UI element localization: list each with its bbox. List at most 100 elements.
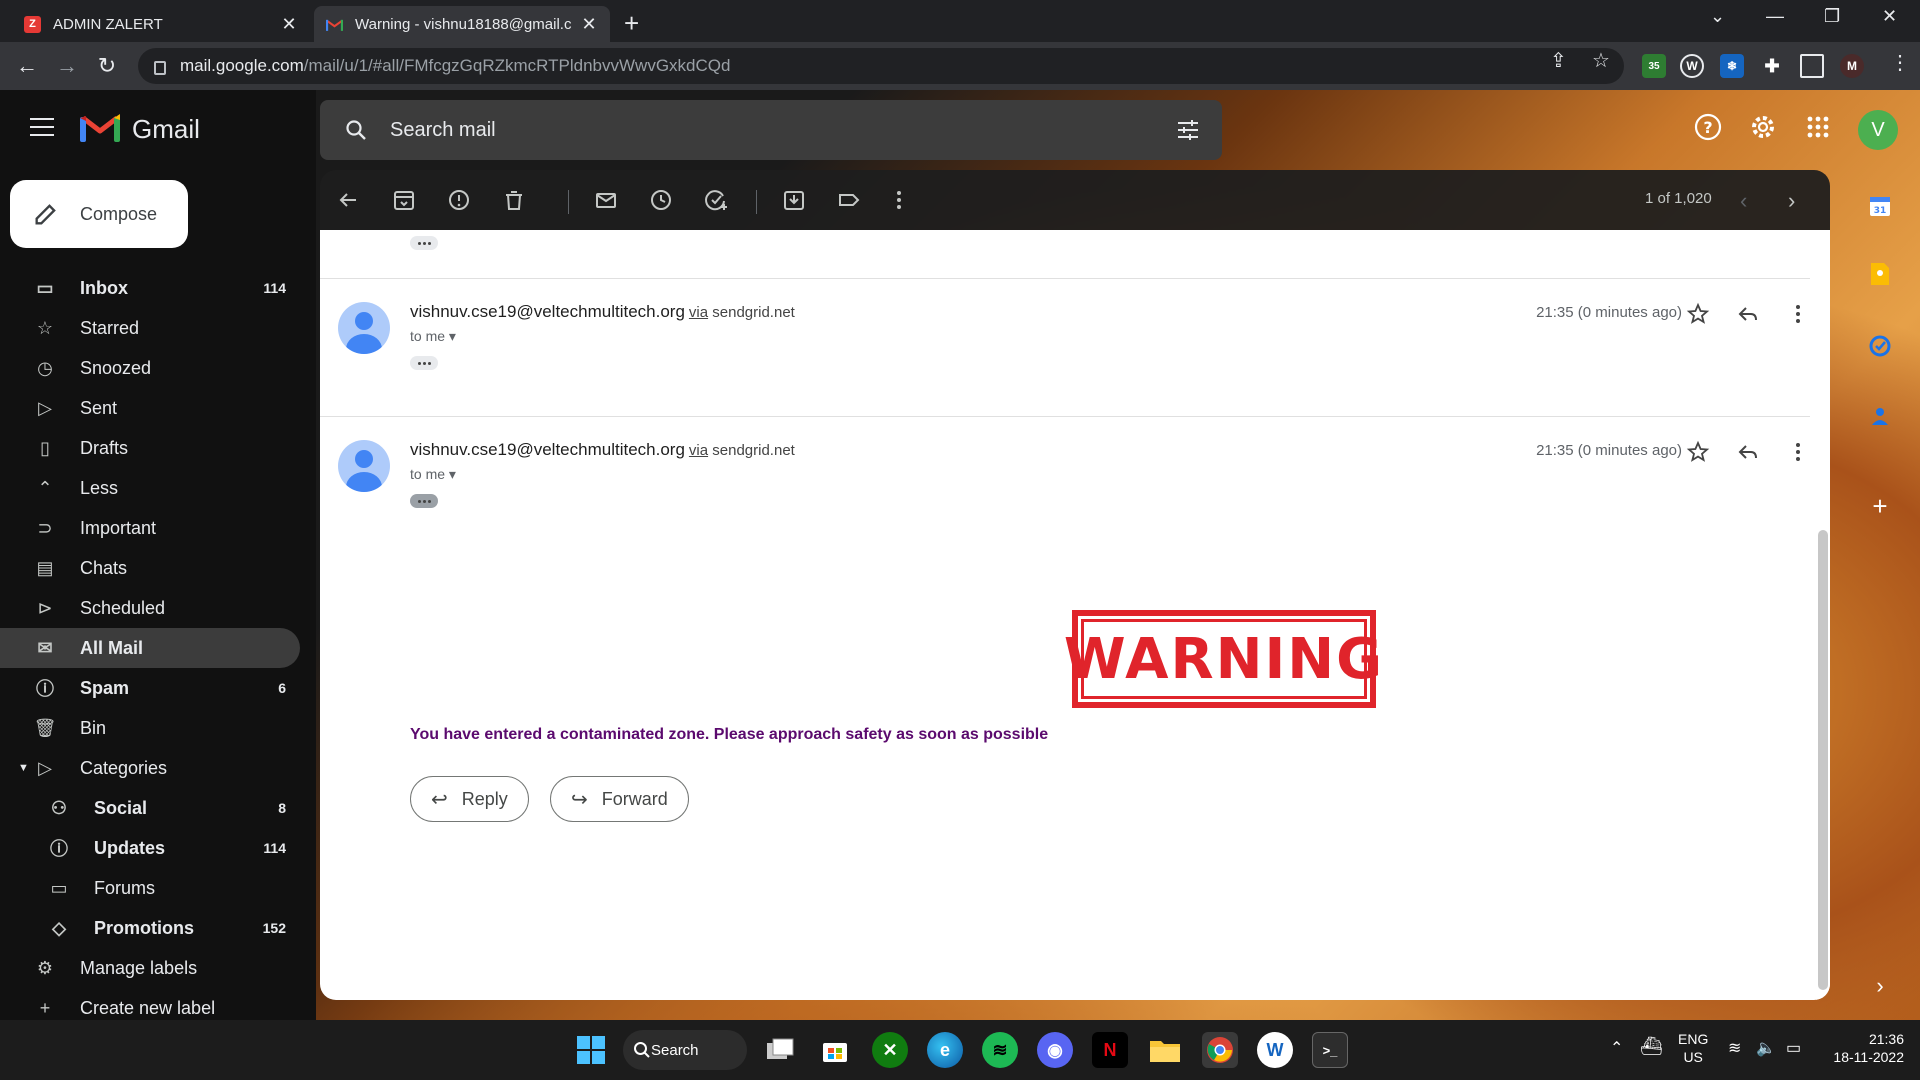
taskbar-search[interactable]: Search [623, 1030, 747, 1070]
search-options-icon[interactable] [1176, 118, 1200, 142]
sidebar-item-sent[interactable]: ▷ Sent [0, 388, 316, 428]
reply-icon[interactable] [1736, 440, 1760, 464]
via-link[interactable]: via [689, 442, 708, 459]
sidebar-item-categories[interactable]: ▼ ▷ Categories [0, 748, 316, 788]
sidebar-item-social[interactable]: ⚇ Social 8 [0, 788, 316, 828]
battery-icon[interactable]: ▭ [1786, 1038, 1801, 1058]
wordtune-extension-icon[interactable]: W [1680, 54, 1704, 78]
forward-icon[interactable]: → [52, 51, 82, 81]
sidebar-item-all-mail[interactable]: ✉ All Mail [0, 628, 300, 668]
add-task-icon[interactable] [702, 186, 730, 214]
language-indicator[interactable]: ENG US [1678, 1030, 1708, 1066]
star-icon[interactable] [1686, 302, 1710, 326]
volume-icon[interactable]: 🔈 [1756, 1038, 1776, 1058]
newer-chevron-icon[interactable]: ‹ [1740, 188, 1747, 214]
back-to-list-icon[interactable] [334, 186, 362, 214]
minimize-icon[interactable]: — [1766, 6, 1784, 27]
forward-button[interactable]: ↪ Forward [550, 776, 689, 822]
archive-icon[interactable] [390, 186, 418, 214]
sender-email[interactable]: vishnuv.cse19@veltechmultitech.org [410, 440, 685, 459]
sidebar-item-chats[interactable]: ▤ Chats [0, 548, 316, 588]
clock[interactable]: 21:36 18-11-2022 [1828, 1030, 1904, 1066]
chrome-menu-icon[interactable]: ⋮ [1890, 50, 1910, 75]
spotify-icon[interactable]: ≋ [982, 1032, 1018, 1068]
discord-icon[interactable]: ◉ [1037, 1032, 1073, 1068]
sidebar-item-inbox[interactable]: ▭ Inbox 114 [0, 268, 316, 308]
edge-browser-icon[interactable]: e [927, 1032, 963, 1068]
netflix-icon[interactable]: N [1092, 1032, 1128, 1068]
caret-down-icon[interactable]: ▼ [18, 762, 29, 774]
sidebar-item-less[interactable]: ⌃ Less [0, 468, 316, 508]
more-vert-icon[interactable] [885, 186, 913, 214]
star-icon[interactable] [1686, 440, 1710, 464]
file-explorer-icon[interactable] [1147, 1032, 1183, 1068]
scrollbar[interactable] [1816, 230, 1830, 1000]
close-tab-icon[interactable]: ✕ [580, 14, 598, 35]
get-addons-plus-icon[interactable]: + [1860, 486, 1900, 526]
message-header[interactable]: vishnuv.cse19@veltechmultitech.org via se… [320, 418, 1810, 528]
browser-tab-gmail-warning[interactable]: Warning - vishnu18188@gmail.c ✕ [314, 6, 610, 42]
gmail-logo-icon[interactable] [80, 112, 120, 142]
sidebar-item-bin[interactable]: 🗑 Bin [0, 708, 316, 748]
message-header[interactable]: vishnuv.cse19@veltechmultitech.org via se… [320, 280, 1810, 390]
label-as-icon[interactable] [835, 186, 863, 214]
restore-icon[interactable]: ❐ [1824, 6, 1840, 27]
reply-button[interactable]: ↩ Reply [410, 776, 529, 822]
sidebar-item-snoozed[interactable]: ◷ Snoozed [0, 348, 316, 388]
mark-unread-icon[interactable] [592, 186, 620, 214]
report-spam-icon[interactable] [445, 186, 473, 214]
search-icon[interactable] [344, 118, 368, 142]
show-trimmed-content-icon[interactable] [410, 236, 438, 250]
show-hidden-icons-chevron-icon[interactable]: ⌃ [1610, 1038, 1623, 1058]
bookmark-star-icon[interactable]: ☆ [1592, 48, 1610, 73]
sidebar-item-manage-labels[interactable]: ⚙ Manage labels [0, 948, 316, 988]
sidebar-item-promotions[interactable]: ◇ Promotions 152 [0, 908, 316, 948]
browser-tab-admin-zalert[interactable]: Z ADMIN ZALERT ✕ [12, 6, 310, 42]
new-tab-icon[interactable]: + [624, 8, 639, 39]
main-menu-icon[interactable] [30, 118, 54, 136]
sender-email[interactable]: vishnuv.cse19@veltechmultitech.org [410, 302, 685, 321]
address-bar[interactable]: mail.google.com/mail/u/1/#all/FMfcgzGqRZ… [138, 48, 1624, 84]
account-avatar[interactable]: V [1858, 110, 1898, 150]
microsoft-store-icon[interactable] [817, 1032, 853, 1068]
more-vert-icon[interactable] [1786, 440, 1810, 464]
docker-icon[interactable]: ⛴ [1640, 1036, 1663, 1057]
reply-icon[interactable] [1736, 302, 1760, 326]
settings-gear-icon[interactable] [1748, 112, 1778, 142]
help-icon[interactable]: ? [1693, 112, 1723, 142]
move-to-icon[interactable] [780, 186, 808, 214]
reload-icon[interactable]: ↻ [92, 51, 122, 81]
share-icon[interactable]: ⇪ [1550, 48, 1567, 73]
back-icon[interactable]: ← [12, 51, 42, 81]
extensions-puzzle-icon[interactable]: ✚ [1760, 54, 1784, 78]
compose-button[interactable]: Compose [10, 180, 188, 248]
snowflake-extension-icon[interactable]: ❄ [1720, 54, 1744, 78]
side-panel-icon[interactable] [1800, 54, 1824, 78]
via-link[interactable]: via [689, 304, 708, 321]
older-chevron-icon[interactable]: › [1788, 188, 1795, 214]
scrollbar-thumb[interactable] [1818, 530, 1828, 990]
close-window-icon[interactable]: ✕ [1882, 6, 1897, 27]
app-w-icon[interactable]: W [1257, 1032, 1293, 1068]
show-trimmed-content-icon[interactable] [410, 356, 438, 370]
hide-side-panel-chevron-icon[interactable]: › [1860, 966, 1900, 1006]
snooze-clock-icon[interactable] [647, 186, 675, 214]
task-view-icon[interactable] [762, 1032, 798, 1068]
terminal-icon[interactable]: >_ [1312, 1032, 1348, 1068]
sidebar-item-spam[interactable]: ⓘ Spam 6 [0, 668, 316, 708]
profile-avatar-icon[interactable]: M [1840, 54, 1864, 78]
chrome-icon[interactable] [1202, 1032, 1238, 1068]
show-trimmed-content-icon[interactable] [410, 494, 438, 508]
sidebar-item-scheduled[interactable]: ⊳ Scheduled [0, 588, 316, 628]
sidebar-item-important[interactable]: ⊃ Important [0, 508, 316, 548]
wifi-icon[interactable]: ≋ [1728, 1038, 1741, 1058]
contacts-icon[interactable] [1860, 396, 1900, 436]
apps-grid-icon[interactable] [1803, 112, 1833, 142]
sidebar-item-drafts[interactable]: ▯ Drafts [0, 428, 316, 468]
tab-search-chevron-icon[interactable]: ⌄ [1710, 6, 1725, 27]
more-vert-icon[interactable] [1786, 302, 1810, 326]
xbox-icon[interactable]: ✕ [872, 1032, 908, 1068]
sidebar-item-updates[interactable]: ⓘ Updates 114 [0, 828, 316, 868]
keep-icon[interactable] [1860, 254, 1900, 294]
tasks-icon[interactable] [1860, 326, 1900, 366]
